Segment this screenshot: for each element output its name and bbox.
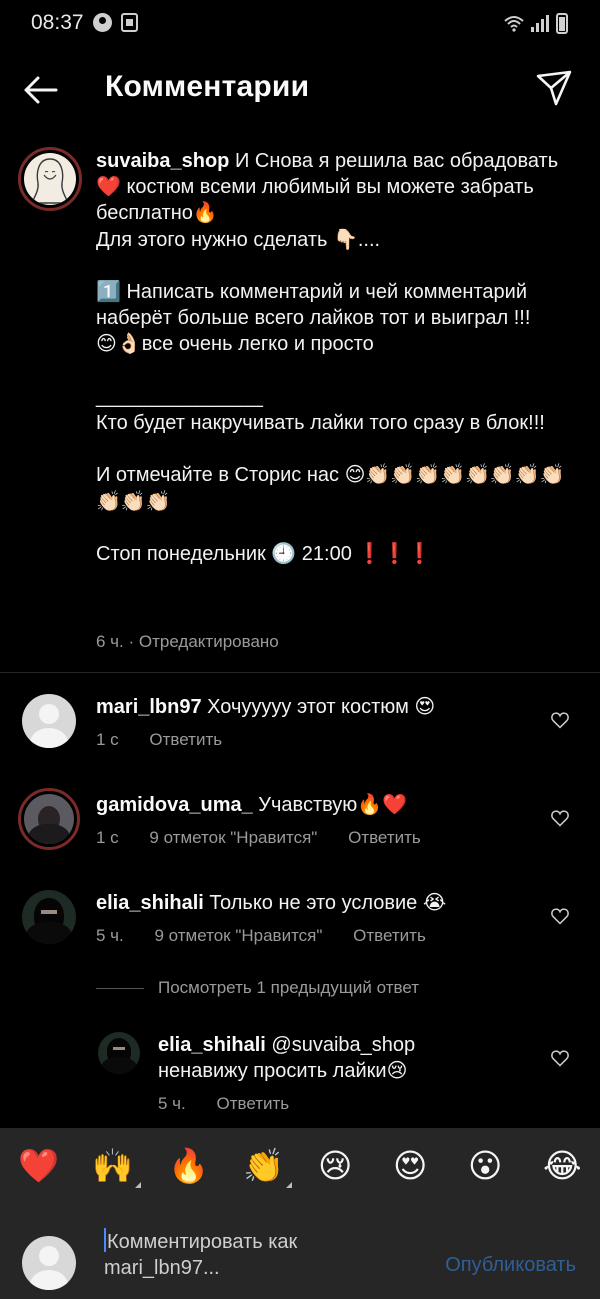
- comment-input[interactable]: Комментировать как mari_lbn97...: [104, 1228, 404, 1281]
- publish-button[interactable]: Опубликовать: [445, 1254, 576, 1277]
- emoji-heart-eyes[interactable]: 😍: [393, 1146, 427, 1186]
- comment-composer: Комментировать как mari_lbn97... Опублик…: [0, 1208, 600, 1299]
- likes-count[interactable]: 9 отметок "Нравится": [155, 926, 323, 945]
- caption-text: suvaiba_shop И Снова я решила вас обрадо…: [96, 148, 566, 567]
- comment-meta: 1 с 9 отметок "Нравится" Ответить: [96, 828, 447, 848]
- comment-time: 5 ч.: [96, 926, 124, 945]
- divider-line: [96, 988, 144, 990]
- status-icons: [504, 13, 568, 34]
- emoji-clapping-hands[interactable]: 👏: [243, 1146, 293, 1188]
- comment-meta: 1 с Ответить: [96, 730, 248, 750]
- emoji-fire[interactable]: 🔥: [168, 1146, 209, 1186]
- reply-button[interactable]: Ответить: [353, 926, 426, 945]
- like-heart-icon[interactable]: [550, 710, 570, 730]
- like-heart-icon[interactable]: [550, 906, 570, 926]
- avatar[interactable]: [22, 694, 76, 748]
- caption-body: И Снова я решила вас обрадовать ❤️ костю…: [96, 150, 565, 566]
- comment-text: gamidova_uma_ Учавствую🔥❤️: [96, 794, 408, 816]
- status-time: 08:37: [31, 11, 84, 34]
- emoji-laughing-tears[interactable]: 😂: [543, 1146, 582, 1186]
- comment-time: 1 с: [96, 730, 119, 749]
- direct-send-icon[interactable]: [534, 68, 574, 108]
- wifi-icon: [504, 16, 524, 28]
- caption-username[interactable]: suvaiba_shop: [96, 150, 229, 172]
- status-bar: 08:37: [0, 0, 600, 48]
- emoji-red-heart[interactable]: ❤️: [18, 1146, 59, 1186]
- text-cursor: [104, 1228, 106, 1252]
- reply-username[interactable]: elia_shihali: [158, 1034, 266, 1056]
- avatar[interactable]: [18, 147, 82, 211]
- comment-time: 1 с: [96, 828, 119, 847]
- emoji-crying-face[interactable]: 😢: [318, 1146, 352, 1186]
- like-heart-icon[interactable]: [550, 1048, 570, 1068]
- like-heart-icon[interactable]: [550, 808, 570, 828]
- reply-button[interactable]: Ответить: [217, 1094, 290, 1113]
- screenshot-icon: [121, 13, 138, 32]
- view-previous-replies[interactable]: Посмотреть 1 предыдущий ответ: [96, 978, 419, 998]
- avatar[interactable]: [98, 1032, 140, 1074]
- notification-icon: [93, 13, 112, 32]
- likes-count[interactable]: 9 отметок "Нравится": [149, 828, 317, 847]
- caption-time: 6 ч.: [96, 632, 124, 651]
- comment-text: elia_shihali Только не это условие 😭: [96, 892, 447, 914]
- reply-button[interactable]: Ответить: [149, 730, 222, 749]
- caption-meta: 6 ч. · Отредактировано: [96, 632, 279, 652]
- avatar[interactable]: [18, 788, 80, 850]
- comment-username[interactable]: elia_shihali: [96, 892, 204, 914]
- page-title: Комментарии: [105, 70, 310, 103]
- skin-tone-indicator-icon: [135, 1182, 142, 1188]
- reply-meta: 5 ч. Ответить: [158, 1094, 315, 1114]
- reply-text: elia_shihali @suvaiba_shop ненавижу прос…: [158, 1034, 416, 1082]
- signal-icon: [531, 15, 549, 32]
- shop-logo-icon: [31, 158, 69, 204]
- avatar: [22, 1236, 76, 1290]
- emoji-quick-bar: ❤️ 🙌 🔥 👏 😢 😍 😮 😂: [0, 1128, 600, 1208]
- back-arrow-icon[interactable]: [18, 68, 62, 112]
- comment-username[interactable]: mari_lbn97: [96, 696, 202, 718]
- reply-time: 5 ч.: [158, 1094, 186, 1113]
- header: Комментарии: [0, 48, 600, 132]
- comment-username[interactable]: gamidova_uma_: [96, 794, 253, 816]
- comment-text: mari_lbn97 Хочууууу этот костюм 😍: [96, 696, 436, 718]
- caption-edited: · Отредактировано: [128, 632, 279, 651]
- emoji-surprised-face[interactable]: 😮: [468, 1146, 502, 1186]
- skin-tone-indicator-icon: [286, 1182, 293, 1188]
- battery-icon: [556, 13, 568, 34]
- emoji-raising-hands[interactable]: 🙌: [92, 1146, 142, 1188]
- reply-button[interactable]: Ответить: [348, 828, 421, 847]
- divider: [0, 672, 600, 673]
- comment-meta: 5 ч. 9 отметок "Нравится" Ответить: [96, 926, 452, 946]
- avatar[interactable]: [22, 890, 76, 944]
